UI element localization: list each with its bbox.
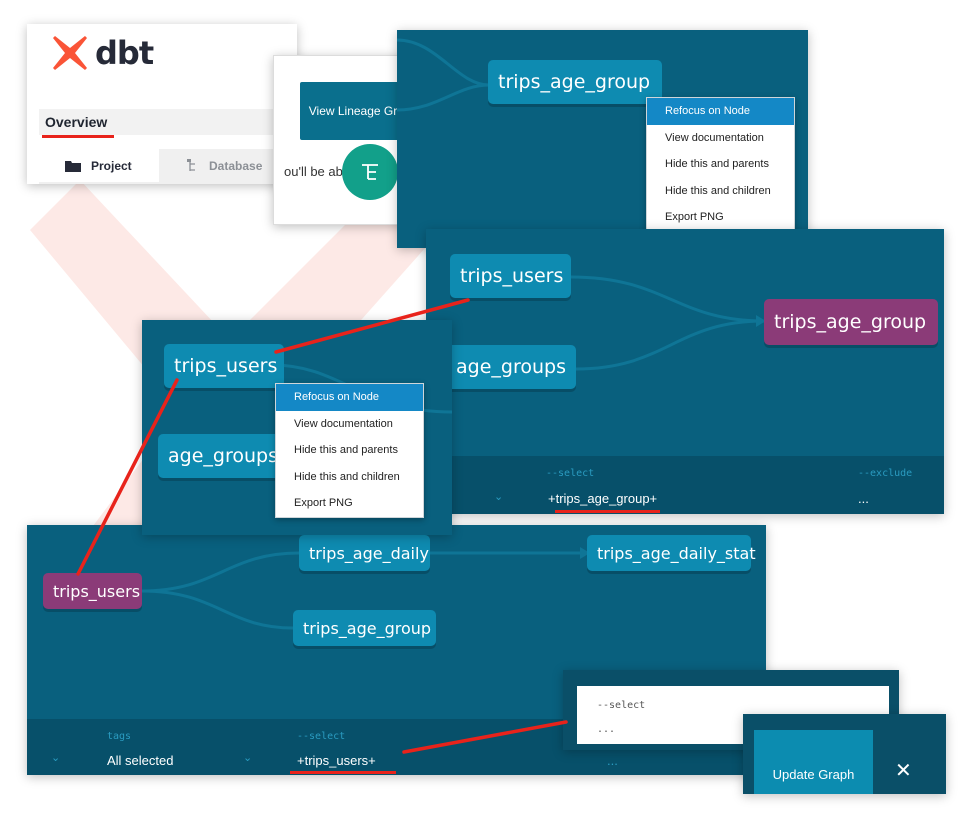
annotation-underline (42, 135, 114, 138)
exclude-value[interactable]: ... (858, 491, 869, 506)
node-context-menu: Refocus on Node View documentation Hide … (275, 383, 424, 518)
menu-export-png[interactable]: Export PNG (276, 490, 423, 517)
graph-filter-bar: ⌄ --select +trips_age_group+ --exclude .… (426, 456, 944, 514)
node-trips-users[interactable]: trips_users (164, 344, 284, 388)
select-label: --select (546, 468, 595, 479)
select-value[interactable]: +trips_age_group+ (548, 491, 657, 506)
lineage-graph-icon (362, 164, 378, 180)
overview-link[interactable]: Overview (39, 109, 297, 135)
folder-icon (65, 160, 81, 172)
dbt-logo: dbt (51, 34, 154, 72)
lineage-graph-middle: trips_users age_groups trips_age_group ⌄… (426, 229, 944, 514)
node-context-menu: Refocus on Node View documentation Hide … (646, 97, 795, 232)
tab-project-label: Project (91, 158, 132, 173)
database-tree-icon (187, 158, 195, 171)
dbt-logo-text: dbt (95, 34, 154, 72)
chevron-down-icon[interactable]: ⌄ (243, 751, 252, 764)
menu-export-png[interactable]: Export PNG (647, 204, 794, 231)
node-trips-users[interactable]: trips_users (450, 254, 571, 298)
node-trips-users-focused[interactable]: trips_users (43, 573, 142, 609)
select-input-label: --select (597, 700, 646, 711)
dbt-docs-panel: dbt Overview Project Database (27, 24, 297, 184)
menu-hide-parents[interactable]: Hide this and parents (276, 437, 423, 464)
extra-filter-value[interactable]: ... (607, 753, 618, 768)
close-icon[interactable]: ✕ (895, 758, 912, 782)
menu-hide-children[interactable]: Hide this and children (276, 464, 423, 491)
exclude-label: --exclude (858, 468, 913, 479)
view-lineage-button[interactable] (342, 144, 398, 200)
menu-refocus-on-node[interactable]: Refocus on Node (647, 98, 794, 125)
lineage-graph-top: trips_age_group Refocus on Node View doc… (397, 30, 808, 248)
tab-project[interactable]: Project (39, 149, 159, 182)
select-value[interactable]: +trips_users+ (297, 753, 376, 768)
node-trips-age-group-focused[interactable]: trips_age_group (764, 299, 938, 345)
tab-database-label: Database (209, 158, 263, 173)
node-trips-age-daily[interactable]: trips_age_daily (299, 535, 430, 571)
node-trips-age-daily-stat[interactable]: trips_age_daily_stat (587, 535, 756, 571)
node-trips-age-group[interactable]: trips_age_group (293, 610, 436, 646)
menu-refocus-on-node[interactable]: Refocus on Node (276, 384, 423, 411)
node-age-groups[interactable]: age_groups (446, 345, 576, 389)
tab-database[interactable]: Database (187, 149, 262, 182)
menu-view-documentation[interactable]: View documentation (276, 411, 423, 438)
update-graph-button[interactable]: Update Graph (754, 730, 873, 794)
dbt-logo-icon (53, 36, 87, 70)
menu-hide-children[interactable]: Hide this and children (647, 178, 794, 205)
select-label: --select (297, 731, 346, 742)
overview-label: Overview (45, 114, 108, 130)
tags-label: tags (107, 731, 132, 742)
annotation-underline (555, 510, 660, 513)
lineage-graph-small: trips_users age_groups Refocus on Node V… (142, 320, 452, 535)
menu-hide-parents[interactable]: Hide this and parents (647, 151, 794, 178)
menu-view-documentation[interactable]: View documentation (647, 125, 794, 152)
node-age-groups[interactable]: age_groups (158, 434, 288, 478)
annotation-underline (290, 771, 396, 774)
node-trips-age-group[interactable]: trips_age_group (488, 60, 662, 104)
select-input-value: ... (597, 724, 616, 735)
sidebar-tabs: Project Database (39, 149, 297, 184)
tags-value[interactable]: All selected (107, 753, 173, 768)
chevron-down-icon[interactable]: ⌄ (494, 490, 503, 503)
update-graph-card: Update Graph ✕ (743, 714, 946, 794)
chevron-down-icon[interactable]: ⌄ (51, 751, 60, 764)
